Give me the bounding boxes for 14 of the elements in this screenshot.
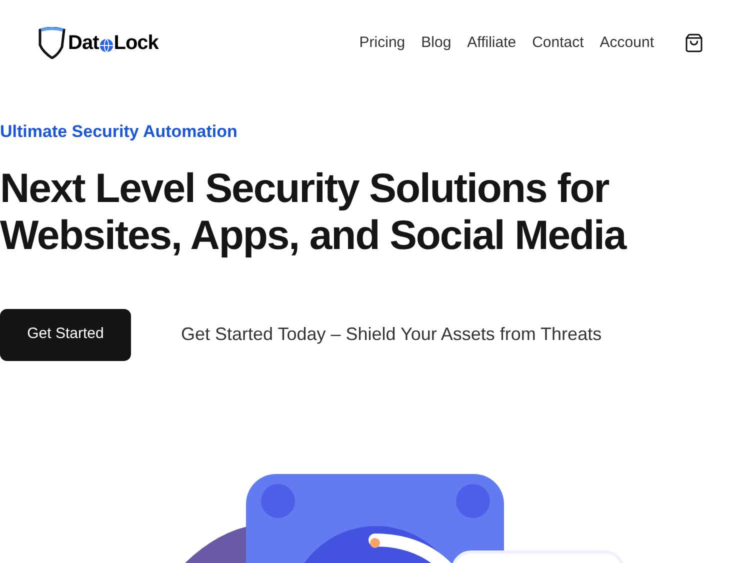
nav-link[interactable]: Account [600, 32, 654, 54]
nav-link[interactable]: Blog [421, 32, 452, 54]
hero-heading: Next Level Security Solutions for Websites, Apps, and Social Media [0, 164, 628, 258]
nav-link[interactable]: Affiliate [467, 32, 516, 54]
logo-text: Lock [114, 31, 158, 56]
globe-icon [98, 38, 114, 52]
shield-logo-icon [38, 27, 66, 59]
logo-text: Dat [68, 31, 99, 56]
nav-link[interactable]: Contact [532, 32, 584, 54]
nav-link[interactable]: Pricing [359, 32, 406, 54]
get-started-button[interactable]: Get Started [0, 308, 131, 360]
eyebrow-text: Ultimate Security Automation [0, 121, 238, 143]
tagline-text: Get Started Today – Shield Your Assets from Threats [181, 323, 602, 346]
cart-icon[interactable] [684, 33, 704, 53]
